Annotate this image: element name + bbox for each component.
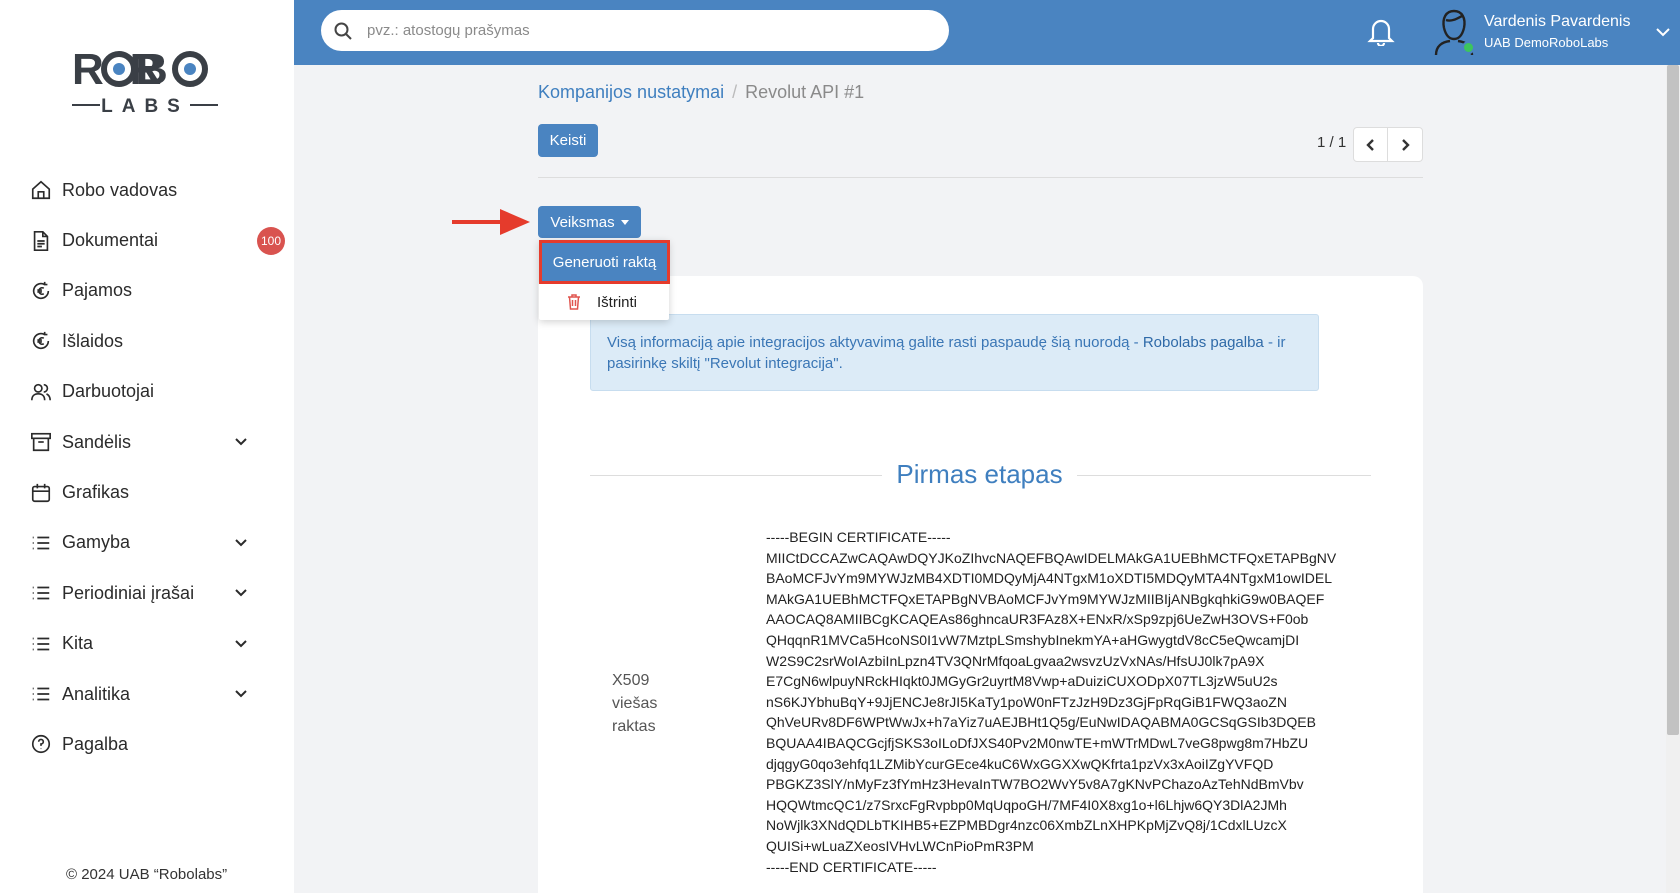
section-title: Pirmas etapas [896,459,1063,489]
sidebar-item-label: Gamyba [62,532,131,553]
sidebar-item-label: Grafikas [62,482,130,503]
svg-text:B: B [136,45,168,94]
section-divider [1077,475,1371,476]
scrollbar[interactable] [1666,65,1680,893]
user-name[interactable]: Vardenis Pavardenis [1484,13,1630,31]
sidebar-item-islaidos[interactable]: Išlaidos [0,316,294,366]
sidebar-item-gamyba[interactable]: Gamyba [0,518,294,568]
certificate-label: X509 viešas raktas [612,672,658,735]
list-icon [30,683,52,705]
robolabs-logo[interactable]: R R B LABS [70,44,220,120]
sidebar-item-periodiniai-irasai[interactable]: Periodiniai įrašai [0,568,294,618]
info-text: Visą informaciją apie integracijos aktyv… [607,334,1143,351]
archive-icon [30,431,52,453]
sidebar-item-label: Dokumentai [62,230,159,251]
breadcrumb-parent-link[interactable]: Kompanijos nustatymai [538,82,724,102]
copyright: © 2024 UAB “Robolabs” [66,866,228,883]
avatar[interactable] [1430,6,1478,56]
breadcrumb-current: Revolut API #1 [745,82,865,102]
chevron-right-icon [1402,138,1410,151]
user-company[interactable]: UAB DemoRoboLabs [1484,35,1608,50]
users-icon [30,381,52,403]
chevron-down-icon[interactable] [234,687,248,701]
euro-cycle-icon [30,280,52,302]
sidebar-item-label: Kita [62,633,94,654]
sidebar-item-label: Periodiniai įrašai [62,582,195,603]
action-dropdown-button[interactable]: Veiksmas [538,206,641,238]
list-icon [30,633,52,655]
previous-record-button[interactable] [1354,128,1389,161]
sidebar-item-darbuotojai[interactable]: Darbuotojai [0,367,294,417]
sidebar-item-kita[interactable]: Kita [0,619,294,669]
sidebar-item-label: Pagalba [62,733,129,754]
sidebar-nav: Robo vadovas Dokumentai 100 Pajamos Išla… [0,165,294,770]
sidebar-item-label: Darbuotojai [62,381,155,402]
search-icon [334,22,352,40]
sidebar-item-grafikas[interactable]: Grafikas [0,467,294,517]
action-button-label: Veiksmas [550,213,615,231]
chevron-left-icon [1365,138,1374,151]
caret-down-icon [620,219,629,225]
count-badge: 100 [257,226,285,255]
sidebar-item-sandelis[interactable]: Sandėlis [0,417,294,467]
sidebar-item-analitika[interactable]: Analitika [0,669,294,719]
delete-menu-item[interactable]: Ištrinti [539,284,669,320]
section-divider [590,475,882,476]
robolabs-help-link[interactable]: Robolabs pagalba [1143,334,1264,351]
search-input[interactable] [367,22,927,39]
list-icon [30,582,52,604]
bell-icon[interactable] [1367,16,1395,46]
sidebar-item-pagalba[interactable]: Pagalba [0,719,294,769]
next-record-button[interactable] [1388,128,1422,161]
calendar-icon [30,482,52,504]
svg-text:R: R [72,45,104,94]
breadcrumb: Kompanijos nustatymai / Revolut API #1 [538,82,864,103]
chevron-down-icon[interactable] [234,536,248,550]
info-alert: Visą informaciją apie integracijos aktyv… [590,314,1319,391]
sidebar-item-label: Pajamos [62,280,133,301]
euro-cycle-icon [30,330,52,352]
sidebar-item-label: Išlaidos [62,330,124,351]
svg-text:LABS: LABS [101,96,189,117]
chevron-down-icon[interactable] [1655,24,1671,40]
sidebar-item-label: Analitika [62,683,131,704]
sidebar-item-label: Sandėlis [62,431,132,452]
chevron-down-icon[interactable] [234,586,248,600]
sidebar-item-label: Robo vadovas [62,179,178,200]
top-bar: Vardenis Pavardenis UAB DemoRoboLabs [294,0,1680,65]
certificate-text: -----BEGIN CERTIFICATE----- MIICtDCCAZwC… [766,529,1337,875]
action-dropdown-menu: Generuoti raktą Ištrinti [539,240,670,320]
sidebar: R R B LABS Robo vadovas Dokumentai 100 P… [0,0,294,893]
sidebar-item-robo-vadovas[interactable]: Robo vadovas [0,165,294,215]
delete-label: Ištrinti [597,293,638,311]
divider [538,177,1423,178]
pager [1353,127,1423,162]
pager-count: 1 / 1 [1317,134,1347,151]
edit-button[interactable]: Keisti [538,124,598,157]
generate-key-menu-item[interactable]: Generuoti raktą [539,240,670,284]
red-arrow-annotation [452,209,530,235]
sidebar-item-pajamos[interactable]: Pajamos [0,266,294,316]
home-icon [30,179,52,201]
breadcrumb-separator: / [732,82,738,102]
trash-icon [568,294,580,310]
online-status-dot [1462,41,1475,54]
document-icon [30,230,52,252]
help-icon [30,733,52,755]
sidebar-item-dokumentai[interactable]: Dokumentai 100 [0,215,294,265]
scrollbar-thumb[interactable] [1667,65,1679,735]
chevron-down-icon[interactable] [234,637,248,651]
list-icon [30,532,52,554]
chevron-down-icon[interactable] [234,435,248,449]
search-box[interactable] [321,10,949,51]
